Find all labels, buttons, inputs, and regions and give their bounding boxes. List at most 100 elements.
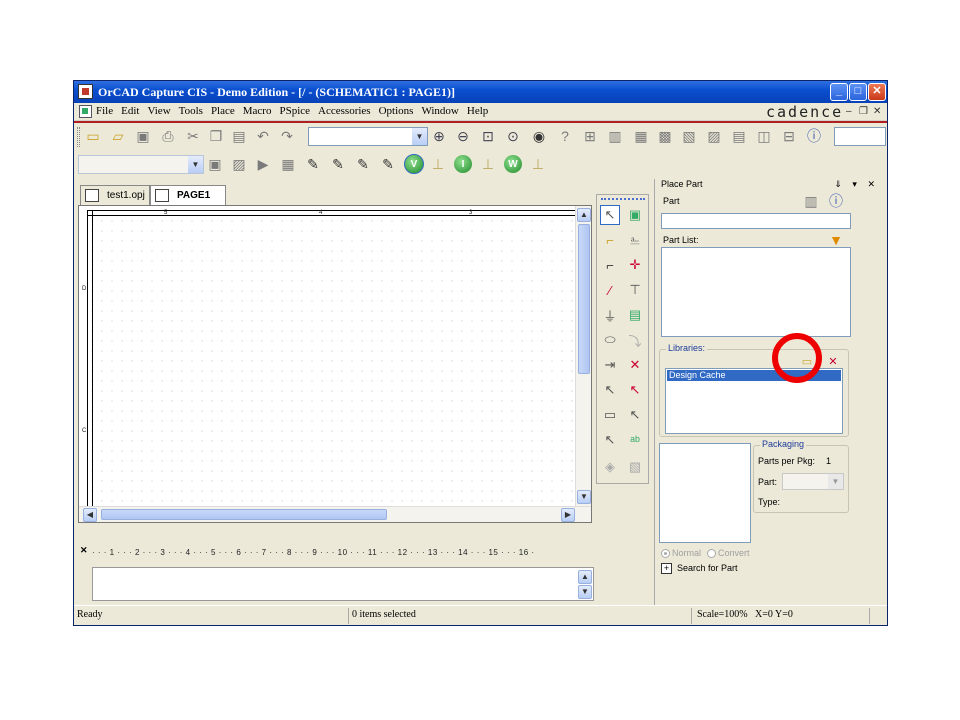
scroll-down-button[interactable]: ▼ [577, 490, 591, 504]
copy-icon[interactable]: ❐ [207, 127, 225, 145]
backannotate-icon[interactable]: ▨ [705, 127, 723, 145]
place-part-icon[interactable]: ▣ [625, 205, 645, 225]
panel-controls[interactable]: ⇓ ▾ ✕ [834, 179, 879, 190]
place-wire-icon[interactable]: ⌐ [600, 230, 620, 250]
scroll-right-button[interactable]: ▶ [561, 508, 575, 522]
bias-current-icon[interactable]: I [454, 155, 472, 173]
menu-tools[interactable]: Tools [179, 105, 203, 117]
bom-icon[interactable]: ▦ [632, 127, 650, 145]
zoom-all-icon[interactable]: ⊙ [504, 127, 522, 145]
maximize-button[interactable]: □ [849, 83, 867, 101]
part-list[interactable] [661, 247, 851, 337]
property-icon[interactable]: ▤ [730, 127, 748, 145]
place-bus-icon[interactable]: ⌐ [600, 255, 620, 275]
place-power-icon[interactable]: ⊤ [625, 280, 645, 300]
new-profile-icon[interactable]: ▣ [206, 155, 224, 173]
chevron-down-icon[interactable]: ▼ [828, 474, 843, 489]
menu-pspice[interactable]: PSpice [279, 105, 310, 117]
run-icon[interactable]: ▶ [254, 155, 272, 173]
place-polyline-icon[interactable]: ↖ [625, 380, 645, 400]
cut-icon[interactable]: ✂ [184, 127, 202, 145]
select-icon[interactable]: ↖ [600, 205, 620, 225]
context-help-icon[interactable]: ⓘ [805, 127, 823, 145]
place-pin-icon[interactable]: ⤵ [625, 330, 645, 350]
menu-view[interactable]: View [147, 105, 170, 117]
current-marker-icon[interactable]: ✎ [354, 155, 372, 173]
zoom-out-icon[interactable]: ⊖ [454, 127, 472, 145]
zoom-area-icon[interactable]: ⊡ [479, 127, 497, 145]
menu-place[interactable]: Place [211, 105, 235, 117]
menu-edit[interactable]: Edit [121, 105, 139, 117]
bias-power-icon[interactable]: W [504, 155, 522, 173]
menu-window[interactable]: Window [421, 105, 458, 117]
undo-icon[interactable]: ↶ [254, 127, 272, 145]
normal-radio[interactable]: Normal [661, 548, 701, 559]
tab-test1-opj[interactable]: test1.opj [80, 185, 150, 205]
current-display-icon[interactable]: ⊥ [479, 155, 497, 173]
close-icon[interactable]: ✕ [80, 545, 88, 556]
menu-options[interactable]: Options [379, 105, 414, 117]
session-log-text[interactable]: ▲ ▼ [92, 567, 594, 601]
print-icon[interactable]: ⎙ [159, 127, 177, 145]
toolbar-right-combo[interactable] [834, 127, 886, 146]
part-name-input[interactable] [661, 213, 851, 229]
place-ieee-icon[interactable]: ◈ [600, 457, 620, 477]
libraries-list[interactable]: Design Cache [665, 368, 843, 434]
place-picture-icon[interactable]: ▧ [625, 457, 645, 477]
mdi-minimize-button[interactable]: – [846, 106, 852, 117]
title-bar[interactable]: OrCAD Capture CIS - Demo Edition - [/ - … [74, 81, 887, 103]
place-port-icon[interactable]: ⬭ [600, 330, 620, 350]
vertical-scrollbar[interactable]: ▲ ▼ [575, 206, 591, 506]
library-icon[interactable]: ⊟ [780, 127, 798, 145]
save-icon[interactable]: ▣ [134, 127, 152, 145]
convert-radio[interactable]: Convert [707, 548, 750, 559]
voltage-display-icon[interactable]: ⊥ [429, 155, 447, 173]
edit-profile-icon[interactable]: ▨ [230, 155, 248, 173]
mdi-close-button[interactable]: ✕ [873, 106, 881, 117]
scroll-thumb[interactable] [101, 509, 387, 520]
menu-help[interactable]: Help [467, 105, 488, 117]
document-icon[interactable] [79, 105, 92, 118]
help-icon[interactable]: ⓘ [827, 192, 845, 210]
place-text-icon[interactable]: ᵃᵇ [625, 430, 645, 450]
paste-icon[interactable]: ▤ [230, 127, 248, 145]
place-rectangle-icon[interactable]: ▭ [600, 405, 620, 425]
palette-grip[interactable] [601, 198, 645, 201]
scroll-down-button[interactable]: ▼ [578, 585, 592, 599]
eye-icon[interactable]: ◉ [530, 127, 548, 145]
open-icon[interactable]: ▱ [109, 127, 127, 145]
app-icon[interactable] [78, 84, 93, 99]
place-hierarchical-block-icon[interactable]: ▤ [625, 305, 645, 325]
help-icon[interactable]: ? [556, 127, 574, 145]
voltage-diff-marker-icon[interactable]: ✎ [329, 155, 347, 173]
schematic-canvas[interactable]: 5 4 3 D C ▲ ▼ ◀ ▶ [78, 205, 592, 523]
drc-icon[interactable]: ▥ [606, 127, 624, 145]
annotate-icon[interactable]: ▩ [656, 127, 674, 145]
menu-macro[interactable]: Macro [243, 105, 272, 117]
search-combo[interactable]: ▼ [308, 127, 428, 146]
power-display-icon[interactable]: ⊥ [529, 155, 547, 173]
power-marker-icon[interactable]: ✎ [379, 155, 397, 173]
cross-ref-icon[interactable]: ▧ [680, 127, 698, 145]
project-icon[interactable]: ◫ [755, 127, 773, 145]
bias-voltage-icon[interactable]: V [404, 154, 424, 174]
package-part-select[interactable]: ▼ [782, 473, 844, 490]
horizontal-scrollbar[interactable]: ◀ ▶ [79, 506, 591, 522]
scroll-left-button[interactable]: ◀ [83, 508, 97, 522]
minimize-button[interactable]: _ [830, 83, 848, 101]
zoom-in-icon[interactable]: ⊕ [430, 127, 448, 145]
mdi-restore-button[interactable]: ❐ [859, 106, 868, 117]
scroll-up-button[interactable]: ▲ [578, 570, 592, 584]
place-line-icon[interactable]: ↖ [600, 380, 620, 400]
scroll-up-button[interactable]: ▲ [577, 208, 591, 222]
simulation-profile-combo[interactable]: ▼ [78, 155, 204, 174]
redo-icon[interactable]: ↷ [278, 127, 296, 145]
new-icon[interactable]: ▭ [84, 127, 102, 145]
chevron-down-icon[interactable]: ▼ [412, 128, 427, 145]
tab-page1[interactable]: PAGE1 [150, 185, 226, 205]
toolbar-grip[interactable] [77, 127, 80, 147]
place-ellipse-icon[interactable]: ↖ [625, 405, 645, 425]
place-net-alias-icon[interactable]: ⎁ [625, 230, 645, 250]
close-button[interactable]: ✕ [868, 83, 886, 101]
netlist-icon[interactable]: ⊞ [581, 127, 599, 145]
